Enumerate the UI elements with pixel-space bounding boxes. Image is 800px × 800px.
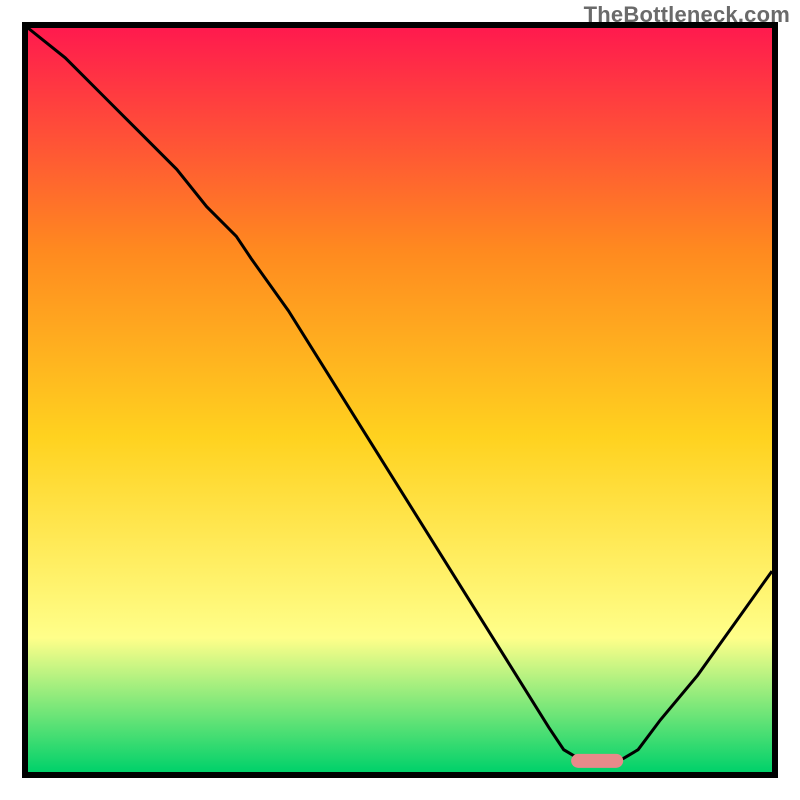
optimal-range-marker	[571, 754, 623, 768]
bottleneck-chart	[0, 0, 800, 800]
watermark-text: TheBottleneck.com	[584, 2, 790, 28]
chart-container: TheBottleneck.com	[0, 0, 800, 800]
plot-background	[28, 28, 772, 772]
